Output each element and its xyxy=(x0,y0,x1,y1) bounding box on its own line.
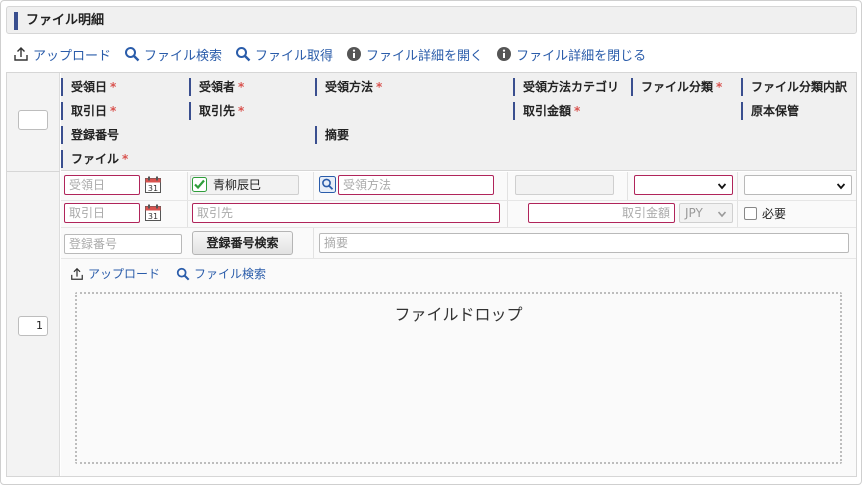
file-class-select[interactable] xyxy=(634,175,733,195)
receiver-value: 青柳辰巳 xyxy=(213,178,262,192)
file-class-detail-select[interactable] xyxy=(744,175,852,195)
counterparty-input[interactable]: 取引先 xyxy=(192,203,500,223)
calendar-day: 31 xyxy=(148,184,158,193)
info-icon xyxy=(347,47,362,61)
close-file-detail-label: ファイル詳細を閉じる xyxy=(516,48,647,64)
header-file: ファイル * xyxy=(61,150,128,168)
file-drop-text: ファイルドロップ xyxy=(394,305,523,324)
cell-divider xyxy=(737,172,738,200)
cell-divider xyxy=(313,172,314,200)
section-title: ファイル明細 xyxy=(26,13,105,28)
header-receiver: 受領者 * xyxy=(189,78,244,96)
row-number-selector[interactable]: 1 xyxy=(18,316,48,336)
header-receive-method: 受領方法 * xyxy=(315,78,382,96)
required-mark: * xyxy=(716,80,723,94)
calendar-day: 31 xyxy=(148,212,158,221)
upload-icon xyxy=(14,47,28,61)
header-receive-method-category: 受領方法カテゴリ xyxy=(513,78,619,96)
chevron-down-icon xyxy=(837,183,845,190)
select-all-checkbox[interactable] xyxy=(18,110,48,130)
search-icon xyxy=(176,267,190,280)
required-mark: * xyxy=(110,104,117,118)
received-date-input[interactable]: 受領日 xyxy=(64,175,140,195)
grid-header: 受領日 * 受領者 * 受領方法 * 受領方法カテゴリ ファイル分類 * ファイル分類内… xyxy=(61,73,856,171)
grid-row: 受領日 31 青柳辰巳 受領方法 取引日 31 取引先 取引金額 JPY 必要 … xyxy=(61,172,856,476)
header-original-storage: 原本保管 xyxy=(741,102,799,120)
file-get-label: ファイル取得 xyxy=(255,48,334,64)
row-file-search-button[interactable]: ファイル検索 xyxy=(176,265,266,282)
row-file-search-label: ファイル検索 xyxy=(194,267,267,281)
upload-label: アップロード xyxy=(33,48,112,64)
original-storage-checkbox[interactable]: 必要 xyxy=(744,205,786,222)
calendar-icon[interactable]: 31 xyxy=(145,176,161,193)
required-mark: * xyxy=(110,80,117,94)
info-icon xyxy=(497,47,512,61)
upload-button[interactable]: アップロード xyxy=(13,45,111,64)
required-mark: * xyxy=(238,80,245,94)
chevron-down-icon xyxy=(718,211,726,218)
required-mark: * xyxy=(376,80,383,94)
header-counterparty: 取引先 * xyxy=(189,102,244,120)
row-divider xyxy=(61,227,856,228)
row-divider xyxy=(61,258,856,259)
row-selector-column: 1 xyxy=(7,73,60,476)
open-file-detail-label: ファイル詳細を開く xyxy=(366,48,484,64)
receive-method-category-field xyxy=(515,175,614,195)
cell-divider xyxy=(507,172,508,200)
open-file-detail-button[interactable]: ファイル詳細を開く xyxy=(346,45,483,64)
toolbar: アップロード ファイル検索 ファイル取得 ファイル詳細を開く ファイル詳細を閉じ… xyxy=(13,44,659,64)
required-label: 必要 xyxy=(762,207,787,221)
header-file-class: ファイル分類 * xyxy=(631,78,722,96)
header-summary: 摘要 xyxy=(315,126,349,144)
row-divider xyxy=(61,200,856,201)
cell-divider xyxy=(187,172,188,200)
file-search-button[interactable]: ファイル検索 xyxy=(124,45,222,64)
cell-divider xyxy=(737,200,738,227)
row-upload-label: アップロード xyxy=(88,267,161,281)
header-registration-number: 登録番号 xyxy=(61,126,119,144)
currency-select[interactable]: JPY xyxy=(679,203,733,223)
file-toolbar: アップロード ファイル検索 xyxy=(70,265,282,282)
cell-divider xyxy=(507,200,508,227)
section-header: ファイル明細 xyxy=(6,6,857,34)
cell-divider xyxy=(627,172,628,200)
lookup-icon[interactable] xyxy=(319,176,336,193)
required-mark: * xyxy=(122,152,129,166)
summary-input[interactable]: 摘要 xyxy=(319,233,849,253)
cell-divider xyxy=(187,200,188,227)
search-icon xyxy=(125,47,140,62)
header-divider xyxy=(7,171,60,172)
checkmark-icon[interactable] xyxy=(192,177,207,192)
registration-number-input[interactable]: 登録番号 xyxy=(64,234,182,254)
transaction-date-input[interactable]: 取引日 xyxy=(64,203,140,223)
header-transaction-amount: 取引金額 * xyxy=(513,102,580,120)
header-file-class-detail: ファイル分類内訳 xyxy=(741,78,847,96)
header-received-date: 受領日 * xyxy=(61,78,116,96)
chevron-down-icon xyxy=(718,183,726,190)
file-get-button[interactable]: ファイル取得 xyxy=(235,45,333,64)
transaction-amount-input[interactable]: 取引金額 xyxy=(528,203,675,223)
row-upload-button[interactable]: アップロード xyxy=(70,265,160,282)
cell-divider xyxy=(313,227,314,258)
file-search-label: ファイル検索 xyxy=(144,48,223,64)
close-file-detail-button[interactable]: ファイル詳細を閉じる xyxy=(496,45,646,64)
calendar-icon[interactable]: 31 xyxy=(145,204,161,221)
search-icon xyxy=(236,47,251,62)
header-transaction-date: 取引日 * xyxy=(61,102,116,120)
file-detail-panel: ファイル明細 アップロード ファイル検索 ファイル取得 ファイル詳細を開く ファ… xyxy=(0,0,862,485)
receive-method-input[interactable]: 受領方法 xyxy=(338,175,494,195)
checkbox-box[interactable] xyxy=(744,207,757,220)
currency-value: JPY xyxy=(685,206,703,220)
file-detail-grid: 1 受領日 * 受領者 * 受領方法 * 受領方法カテゴリ ファイル分類 * ファイル分… xyxy=(6,72,857,477)
file-drop-zone[interactable]: ファイルドロップ xyxy=(75,292,842,464)
required-mark: * xyxy=(574,104,581,118)
required-mark: * xyxy=(238,104,245,118)
upload-icon xyxy=(71,267,83,280)
registration-search-button[interactable]: 登録番号検索 xyxy=(192,231,293,255)
section-accent-bar xyxy=(14,12,18,30)
